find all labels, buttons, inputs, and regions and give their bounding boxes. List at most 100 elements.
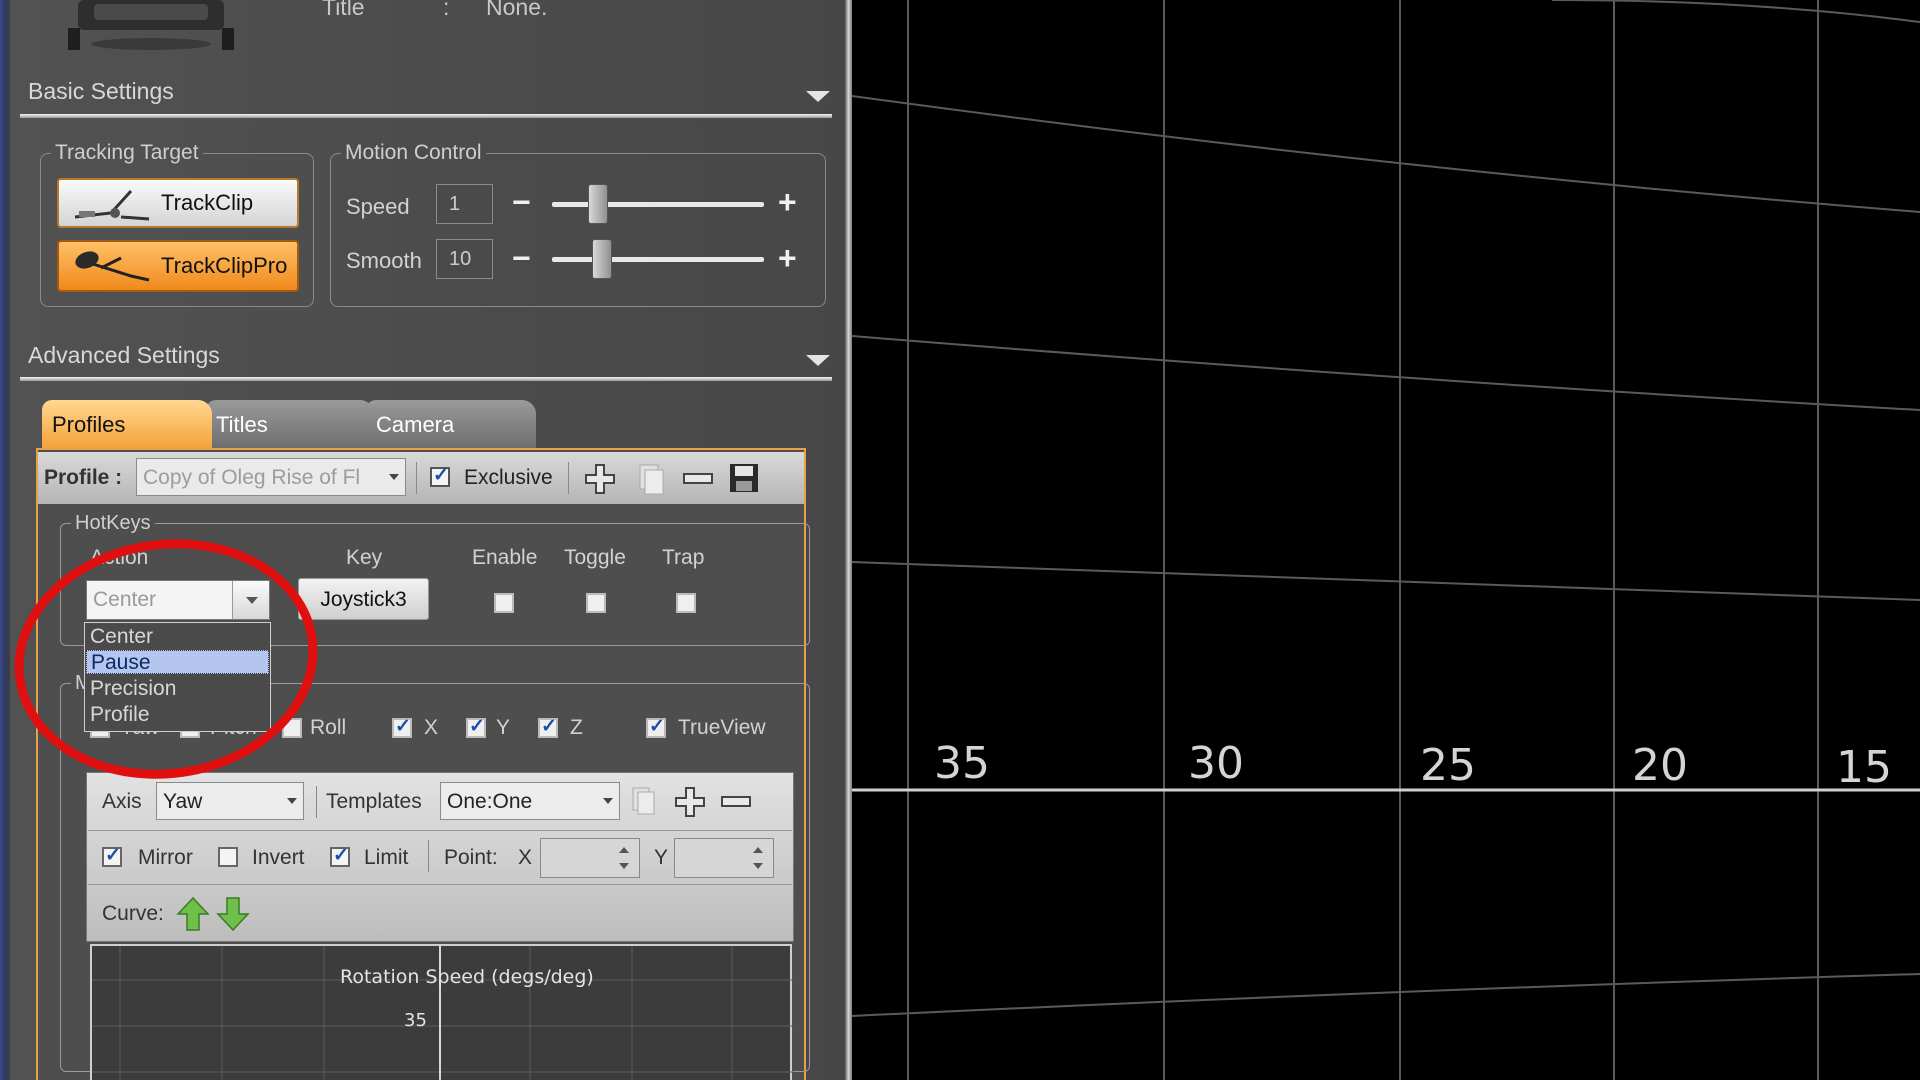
axis-panel-divider [88,884,792,885]
z-label: Z [570,716,583,739]
add-template-icon[interactable] [674,786,706,818]
save-profile-icon[interactable] [728,462,760,494]
smooth-increase-button[interactable]: + [778,242,797,274]
header-title-value: None. [486,0,548,20]
trueview-label: TrueView [678,716,766,739]
axis-select-value: Yaw [163,790,203,813]
basic-settings-divider [20,114,832,118]
point-y-spinner[interactable] [674,838,774,878]
point-x-spinner[interactable] [540,838,640,878]
smooth-slider-track[interactable] [552,257,764,262]
speed-value-field[interactable]: 1 [436,184,493,224]
roll-label: Roll [310,716,347,739]
trackclippro-button[interactable]: TrackClipPro [57,240,299,292]
add-profile-icon[interactable] [584,463,616,495]
smooth-decrease-button[interactable]: − [512,242,531,274]
basic-settings-collapse-icon[interactable] [806,91,830,102]
trap-checkbox[interactable] [676,593,696,613]
motion-control-group: Motion Control [330,141,826,307]
panel-left-edge [0,0,10,1080]
x-checkbox[interactable] [392,715,412,738]
copy-template-icon[interactable] [630,786,658,816]
mirror-checkbox[interactable] [102,844,122,867]
advanced-settings-collapse-icon[interactable] [806,355,830,366]
x-label: X [424,716,439,739]
axis-select-chevron-icon [287,798,297,804]
viewport-tick-label: 15 [1836,742,1892,793]
profile-select[interactable]: Copy of Oleg Rise of Fl [136,458,406,496]
smooth-slider-thumb[interactable] [592,239,612,279]
y-label: Y [496,716,511,739]
speed-label: Speed [346,194,410,219]
axis-select[interactable]: Yaw [156,782,304,820]
limit-checkbox[interactable] [330,844,350,867]
curve-up-arrow-icon[interactable] [176,896,210,932]
curve-label: Curve: [102,902,164,925]
speed-increase-button[interactable]: + [778,186,797,218]
y-checkbox[interactable] [466,715,486,738]
trackclippro-icon [75,251,150,282]
basic-settings-title: Basic Settings [28,78,174,104]
enable-checkbox[interactable] [494,593,514,613]
3d-viewport[interactable]: 35 30 25 20 15 [851,0,1920,1080]
exclusive-checkbox[interactable] [430,464,450,487]
mirror-label: Mirror [138,846,193,869]
trackclippro-label: TrackClipPro [161,253,288,278]
axis-label: Axis [102,790,142,813]
templates-label: Templates [326,790,422,813]
viewport-grid [851,0,1920,1080]
z-checkbox[interactable] [538,715,558,738]
viewport-tick-label: 20 [1632,740,1688,791]
motion-control-legend: Motion Control [345,141,482,164]
curve-graph-title: Rotation Speed (degs/deg) [340,966,594,988]
speed-slider-thumb[interactable] [588,184,608,224]
point-separator [428,840,429,872]
invert-checkbox[interactable] [218,847,238,867]
hotkeys-header-toggle: Toggle [564,546,626,569]
point-label: Point: [444,846,498,869]
device-image [68,0,234,50]
trackclip-icon [74,189,150,221]
header-title-colon: : [443,0,450,20]
curve-graph-tick: 35 [404,1010,427,1031]
key-assign-button[interactable]: Joystick3 [298,578,429,620]
remove-profile-icon[interactable] [682,471,714,487]
tracking-target-legend: Tracking Target [55,141,199,164]
trueview-checkbox[interactable] [646,715,666,738]
viewport-tick-label: 30 [1188,738,1244,789]
axis-separator [316,786,317,818]
viewport-tick-label: 35 [934,738,990,789]
smooth-value-field[interactable]: 10 [436,239,493,279]
viewport-tick-label: 25 [1420,740,1476,791]
limit-label: Limit [364,846,409,869]
speed-slider-track[interactable] [552,202,764,207]
point-x-label: X [518,846,533,869]
trackclip-button[interactable]: TrackClip [57,178,299,228]
axis-panel-divider [88,830,792,831]
advanced-settings-title: Advanced Settings [28,342,220,368]
curve-down-arrow-icon[interactable] [216,896,250,932]
panel-splitter[interactable] [845,0,852,1080]
advanced-settings-divider [20,377,832,381]
tab-profiles[interactable]: Profiles [42,400,212,448]
hotkeys-header-key: Key [346,546,383,569]
profile-select-chevron-icon [389,474,399,480]
tab-titles[interactable]: Titles [206,400,374,448]
templates-select[interactable]: One:One [440,782,620,820]
templates-select-chevron-icon [603,798,613,804]
toggle-checkbox[interactable] [586,593,606,613]
hotkeys-header-trap: Trap [662,546,705,569]
copy-profile-icon[interactable] [636,463,666,495]
profile-select-value: Copy of Oleg Rise of Fl [143,466,361,489]
curve-graph[interactable] [90,944,794,1080]
templates-select-value: One:One [447,790,533,813]
remove-template-icon[interactable] [720,794,752,810]
point-y-label: Y [654,846,669,869]
speed-decrease-button[interactable]: − [512,186,531,218]
smooth-label: Smooth [346,248,422,273]
profile-label: Profile : [44,466,123,489]
tab-camera[interactable]: Camera [366,400,536,448]
toolbar-separator [416,462,417,494]
trackclip-label: TrackClip [161,190,254,215]
hotkeys-header-enable: Enable [472,546,538,569]
